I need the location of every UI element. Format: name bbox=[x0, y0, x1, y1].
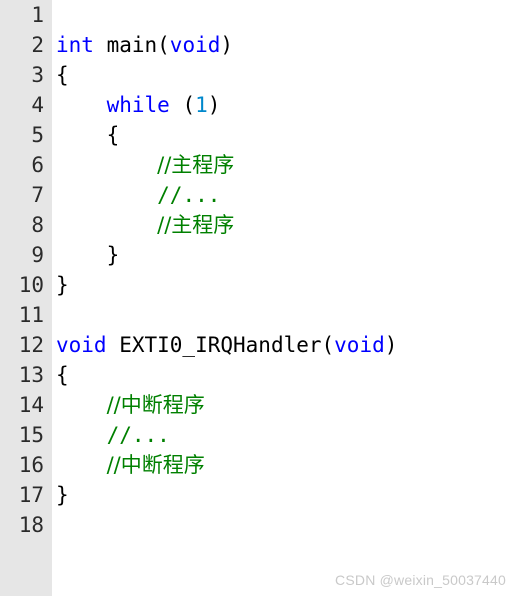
line-number: 12 bbox=[18, 333, 44, 357]
code-line[interactable]: 8 //主程序 bbox=[0, 210, 518, 240]
code-lines-container[interactable]: 1 2 int main(void) 3{4 while (1) 5 {6 //主程序 7… bbox=[0, 0, 518, 596]
line-number: 14 bbox=[18, 393, 44, 417]
code-token-num: 1 bbox=[195, 93, 208, 117]
code-line[interactable]: 3{ bbox=[0, 60, 518, 90]
code-line-text: //中断程序 bbox=[56, 450, 205, 480]
code-line[interactable]: 7 //... bbox=[0, 180, 518, 210]
code-token-plain: } bbox=[106, 243, 120, 267]
code-token-comment: //主程序 bbox=[157, 213, 235, 237]
code-token-plain: { bbox=[56, 363, 69, 387]
watermark-text: CSDN @weixin_50037440 bbox=[335, 572, 506, 588]
code-line-text: //... bbox=[56, 420, 170, 450]
line-number: 9 bbox=[31, 243, 44, 267]
line-number: 10 bbox=[18, 273, 44, 297]
code-line-text: { bbox=[56, 60, 69, 90]
code-line-text: //... bbox=[56, 180, 220, 210]
code-line-text: //中断程序 bbox=[56, 390, 205, 420]
code-token-kw: void bbox=[56, 333, 107, 357]
code-line[interactable]: 5 { bbox=[0, 120, 518, 150]
line-number: 15 bbox=[18, 423, 44, 447]
code-token-plain: ) bbox=[207, 93, 221, 117]
code-line[interactable]: 17} bbox=[0, 480, 518, 510]
code-token-plain: ( bbox=[169, 93, 196, 117]
code-line-text: } bbox=[56, 480, 69, 510]
code-line-text: void EXTI0_IRQHandler(void) bbox=[56, 330, 397, 360]
code-editor: 1 2 int main(void) 3{4 while (1) 5 {6 //主程序 7… bbox=[0, 0, 518, 596]
code-token-comment: //... bbox=[106, 423, 170, 447]
code-line[interactable]: 13 { bbox=[0, 360, 518, 390]
code-line[interactable]: 12 void EXTI0_IRQHandler(void) bbox=[0, 330, 518, 360]
code-line-text: } bbox=[56, 240, 120, 270]
code-line[interactable]: 9 } bbox=[0, 240, 518, 270]
code-token-kw: void bbox=[334, 333, 385, 357]
line-number: 16 bbox=[18, 453, 44, 477]
code-line[interactable]: 16 //中断程序 bbox=[0, 450, 518, 480]
line-number: 2 bbox=[31, 33, 44, 57]
line-number: 5 bbox=[31, 123, 44, 147]
line-number: 6 bbox=[31, 153, 44, 177]
code-token-plain: ) bbox=[384, 333, 398, 357]
code-line[interactable]: 11 bbox=[0, 300, 518, 330]
code-line-text: { bbox=[56, 120, 120, 150]
line-number: 7 bbox=[31, 183, 44, 207]
code-token-comment: //中断程序 bbox=[106, 453, 205, 477]
code-line[interactable]: 1 bbox=[0, 0, 518, 30]
code-line[interactable]: 18 bbox=[0, 510, 518, 540]
code-line[interactable]: 6 //主程序 bbox=[0, 150, 518, 180]
code-line[interactable]: 15 //... bbox=[0, 420, 518, 450]
code-line-text: while (1) bbox=[56, 90, 221, 120]
line-number: 13 bbox=[18, 363, 44, 387]
code-token-plain: EXTI0_IRQHandler( bbox=[106, 333, 335, 357]
line-number: 4 bbox=[31, 93, 44, 117]
code-line[interactable]: 2 int main(void) bbox=[0, 30, 518, 60]
code-token-kw: int bbox=[56, 33, 94, 57]
code-line[interactable]: 4 while (1) bbox=[0, 90, 518, 120]
code-token-comment: //主程序 bbox=[157, 153, 235, 177]
code-line[interactable]: 10} bbox=[0, 270, 518, 300]
line-number: 11 bbox=[18, 303, 44, 327]
code-token-plain: ) bbox=[220, 33, 234, 57]
line-number: 8 bbox=[31, 213, 44, 237]
code-token-comment: //中断程序 bbox=[106, 393, 205, 417]
code-token-plain: { bbox=[106, 123, 120, 147]
line-number: 3 bbox=[31, 63, 44, 87]
code-line-text: //主程序 bbox=[56, 210, 234, 240]
code-token-kw: void bbox=[169, 33, 221, 57]
code-token-comment: //... bbox=[157, 183, 221, 207]
code-token-kw: while bbox=[106, 93, 170, 117]
code-line-text: { bbox=[56, 360, 69, 390]
code-line[interactable]: 14 //中断程序 bbox=[0, 390, 518, 420]
code-line-text: } bbox=[56, 270, 69, 300]
line-number: 18 bbox=[18, 513, 44, 537]
code-line-text: int main(void) bbox=[56, 30, 233, 60]
code-token-plain: } bbox=[56, 273, 69, 297]
line-number: 1 bbox=[31, 3, 44, 27]
code-token-plain: } bbox=[56, 483, 69, 507]
code-token-plain: main( bbox=[93, 33, 170, 57]
code-line-text: //主程序 bbox=[56, 150, 234, 180]
code-token-plain: { bbox=[56, 63, 69, 87]
line-number: 17 bbox=[18, 483, 44, 507]
